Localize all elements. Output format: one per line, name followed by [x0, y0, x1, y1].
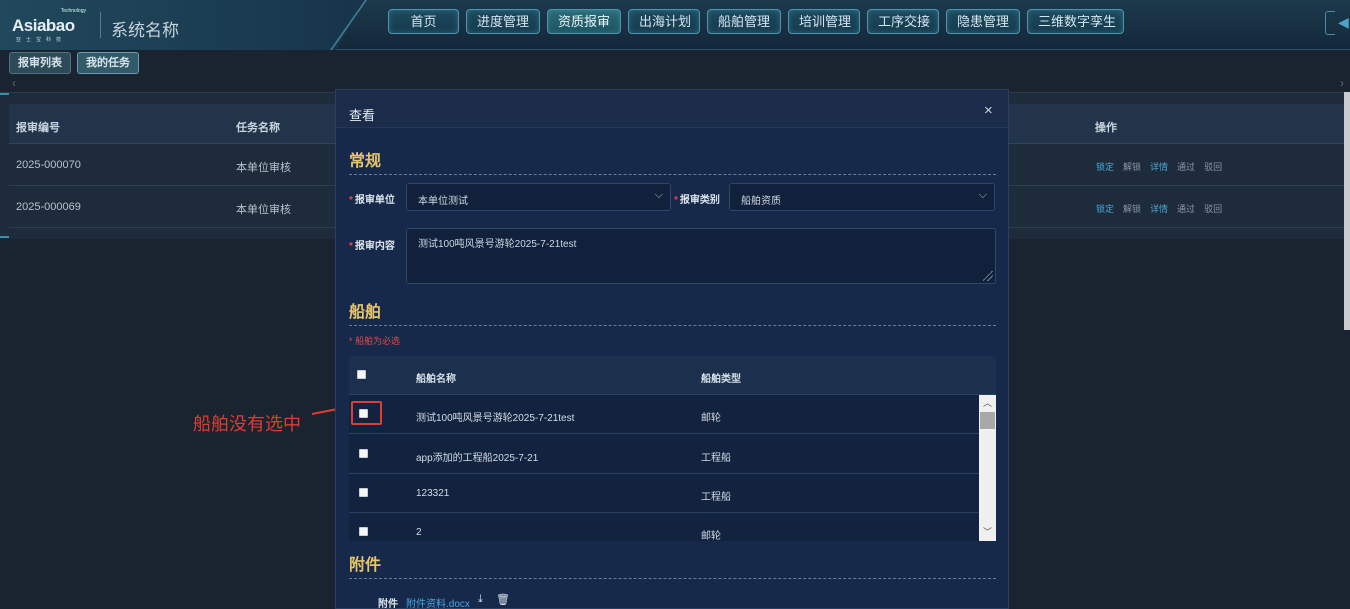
logo-tagline: Technology: [60, 8, 86, 14]
scrollbar-thumb[interactable]: [980, 412, 995, 429]
reject-link[interactable]: 驳回: [1204, 202, 1222, 215]
reject-link[interactable]: 驳回: [1204, 160, 1222, 173]
nav-digital-twin[interactable]: 三维数字孪生: [1027, 9, 1124, 34]
unlock-link[interactable]: 解锁: [1123, 202, 1141, 215]
row-task: 本单位审核: [236, 162, 291, 174]
download-icon[interactable]: ⤓: [478, 593, 483, 606]
table-accent: [0, 93, 9, 95]
ship-type: 邮轮: [701, 413, 721, 424]
tab-my-tasks[interactable]: 我的任务: [77, 52, 139, 74]
ship-table-scrollbar[interactable]: ︿ ﹀: [979, 395, 996, 541]
content-label: * 报审内容: [349, 241, 395, 252]
lock-link[interactable]: 锁定: [1096, 202, 1114, 215]
ships-required-note: * 船舶为必选: [349, 336, 401, 346]
row-checkbox[interactable]: [359, 527, 368, 536]
dialog-header: 查看 ×: [336, 90, 1008, 128]
logo-brand: Asiabao: [12, 16, 75, 35]
row-checkbox[interactable]: [359, 449, 368, 458]
company-logo: Technology Asiabao 亚士宝科技: [12, 6, 92, 44]
unit-select-value: 本单位测试: [418, 196, 468, 207]
header-collapse-button[interactable]: [1325, 11, 1335, 35]
scroll-right-icon[interactable]: ›: [1340, 76, 1344, 90]
type-label: * 报审类别: [674, 195, 720, 206]
nav-process-handover[interactable]: 工序交接: [867, 9, 939, 34]
chevron-down-icon[interactable]: ﹀: [983, 525, 992, 538]
tab-review-list[interactable]: 报审列表: [9, 52, 71, 74]
unit-select[interactable]: 本单位测试 ⌵: [406, 183, 671, 211]
main-nav: 首页 进度管理 资质报审 出海计划 船舶管理 培训管理 工序交接 隐患管理 三维…: [388, 9, 1124, 34]
chevron-down-icon: ⌵: [978, 189, 987, 201]
table-row[interactable]: 123321 工程船: [349, 474, 979, 513]
ship-table-header: 船舶名称 船舶类型: [349, 356, 996, 395]
logo-subtitle: 亚士宝科技: [16, 37, 67, 43]
scroll-left-icon[interactable]: ‹: [12, 76, 16, 90]
select-all-checkbox[interactable]: [357, 370, 366, 379]
view-dialog: 查看 × 常规 * 报审单位 本单位测试 ⌵ * 报审类别 船舶资质 ⌵ * 报审内容…: [335, 89, 1009, 609]
nav-training[interactable]: 培训管理: [788, 9, 860, 34]
row-task: 本单位审核: [236, 204, 291, 216]
table-accent: [0, 236, 9, 238]
header-ship-name: 船舶名称: [416, 374, 456, 385]
ship-table: 船舶名称 船舶类型 测试100吨风景号游轮2025-7-21test 邮轮 ap…: [349, 356, 996, 541]
ship-name: app添加的工程船2025-7-21: [416, 453, 539, 464]
ship-type: 工程船: [701, 492, 731, 503]
header-task: 任务名称: [236, 122, 280, 134]
row-code: 2025-000070: [16, 159, 81, 171]
nav-progress[interactable]: 进度管理: [466, 9, 540, 34]
row-code: 2025-000069: [16, 201, 81, 213]
header-ops: 操作: [1095, 122, 1117, 134]
system-name: 系统名称: [111, 21, 179, 40]
header-code: 报审编号: [16, 122, 60, 134]
header-ship-type: 船舶类型: [701, 374, 741, 385]
delete-icon[interactable]: 🗑: [496, 593, 510, 606]
annotation-text: 船舶没有选中: [193, 414, 301, 434]
detail-link[interactable]: 详情: [1150, 202, 1168, 215]
logo-separator: [100, 12, 101, 38]
type-select-value: 船舶资质: [741, 196, 781, 207]
annotation-highlight-box: [351, 401, 382, 425]
ship-name: 测试100吨风景号游轮2025-7-21test: [416, 413, 575, 424]
type-select[interactable]: 船舶资质 ⌵: [729, 183, 995, 211]
lock-link[interactable]: 锁定: [1096, 160, 1114, 173]
ship-name: 123321: [416, 488, 450, 499]
detail-link[interactable]: 详情: [1150, 160, 1168, 173]
section-attachments-title: 附件: [349, 551, 996, 579]
nav-hazard[interactable]: 隐患管理: [946, 9, 1020, 34]
nav-home[interactable]: 首页: [388, 9, 459, 34]
table-row[interactable]: 2 邮轮: [349, 513, 979, 541]
approve-link[interactable]: 通过: [1177, 202, 1195, 215]
attachment-file-link[interactable]: 附件资料.docx: [406, 595, 470, 609]
row-actions: 锁定 解锁 详情 通过 驳回: [1096, 202, 1222, 215]
dialog-title: 查看: [349, 108, 376, 123]
resize-handle-icon[interactable]: [983, 271, 993, 281]
chevron-left-icon[interactable]: ◀: [1338, 14, 1349, 31]
attachment-label: 附件: [378, 599, 398, 609]
page-scrollbar[interactable]: [1344, 92, 1350, 330]
ship-name: 2: [416, 527, 422, 538]
chevron-down-icon: ⌵: [654, 189, 663, 201]
nav-qualification-review[interactable]: 资质报审: [547, 9, 621, 34]
section-ships-title: 船舶: [349, 298, 996, 326]
row-actions: 锁定 解锁 详情 通过 驳回: [1096, 160, 1222, 173]
sub-tabs: 报审列表 我的任务: [9, 52, 139, 74]
content-textarea[interactable]: 测试100吨风景号游轮2025-7-21test: [406, 228, 996, 284]
content-value: 测试100吨风景号游轮2025-7-21test: [418, 239, 577, 250]
row-checkbox[interactable]: [359, 488, 368, 497]
nav-sea-plan[interactable]: 出海计划: [628, 9, 700, 34]
approve-link[interactable]: 通过: [1177, 160, 1195, 173]
chevron-up-icon[interactable]: ︿: [983, 396, 992, 409]
top-header: Technology Asiabao 亚士宝科技 系统名称 首页 进度管理 资质…: [0, 0, 1350, 50]
nav-ship-management[interactable]: 船舶管理: [707, 9, 781, 34]
close-icon[interactable]: ×: [984, 102, 993, 119]
section-general-title: 常规: [349, 147, 996, 175]
table-row[interactable]: app添加的工程船2025-7-21 工程船: [349, 435, 979, 474]
ship-type: 邮轮: [701, 531, 721, 541]
table-row[interactable]: 测试100吨风景号游轮2025-7-21test 邮轮: [349, 395, 979, 434]
ship-type: 工程船: [701, 453, 731, 464]
unit-label: * 报审单位: [349, 195, 395, 206]
unlock-link[interactable]: 解锁: [1123, 160, 1141, 173]
